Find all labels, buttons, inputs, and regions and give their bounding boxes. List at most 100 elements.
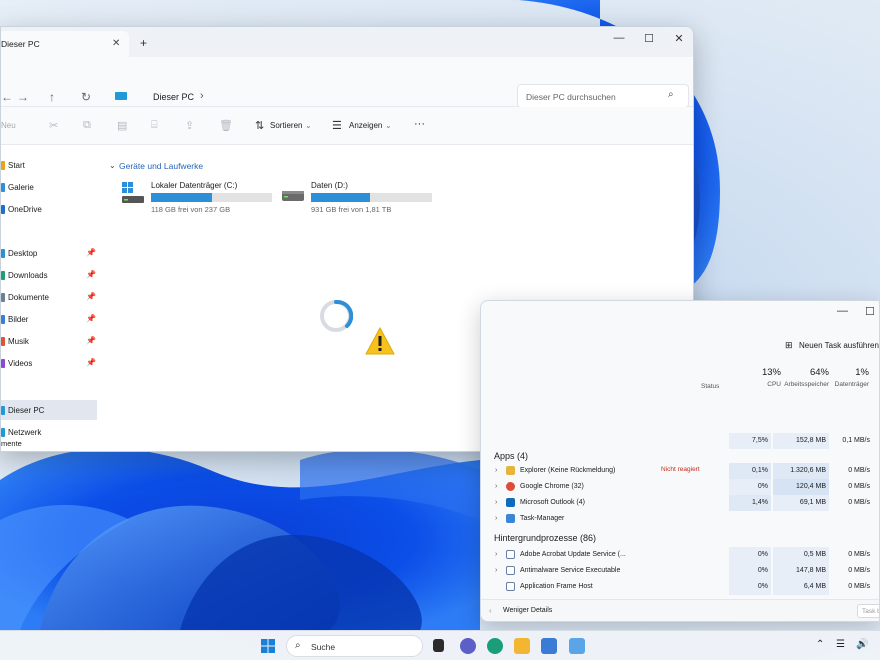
chevron-down-icon: ⌄ (385, 121, 392, 130)
store-icon[interactable] (541, 638, 557, 654)
more-options-button[interactable]: ··· (414, 118, 425, 130)
status-not-responding: Nicht reagiert (661, 466, 700, 473)
new-tab-icon[interactable]: + (140, 36, 147, 50)
usage-bar (151, 193, 272, 202)
close-button[interactable]: ✕ (669, 32, 689, 45)
drive-d[interactable]: Daten (D:) 931 GB frei von 1,81 TB (281, 181, 441, 217)
edge-icon[interactable] (487, 638, 503, 654)
fewer-details-button[interactable]: Weniger Details (503, 607, 552, 614)
taskbar-search-input[interactable]: ⌕ Suche (286, 635, 423, 657)
pin-icon[interactable]: 📌 (86, 358, 96, 367)
free-space-label: 118 GB frei von 237 GB (151, 205, 231, 214)
copy-icon[interactable]: ⧉ (83, 119, 91, 132)
table-row[interactable]: › Antimalware Service Executable 0% 147,… (481, 563, 879, 579)
pin-icon[interactable]: 📌 (86, 248, 96, 257)
table-row[interactable]: 7,5% 152,8 MB 0,1 MB/s (481, 433, 879, 449)
minimize-button[interactable]: — (609, 32, 629, 44)
expand-icon[interactable]: › (495, 567, 497, 574)
table-row[interactable]: Application Frame Host 0% 6,4 MB 0 MB/s (481, 579, 879, 595)
chevron-left-icon[interactable]: ‹ (489, 606, 492, 615)
table-row[interactable]: › Microsoft Outlook (4) 1,4% 69,1 MB 0 M… (481, 495, 879, 511)
task-manager-titlebar: — ☐ (481, 301, 879, 331)
share-icon[interactable]: ⇪ (185, 119, 194, 132)
sidebar-item-galerie[interactable]: Galerie (1, 177, 97, 197)
paste-icon[interactable]: ▤ (117, 119, 127, 132)
show-hidden-icons[interactable]: ⌃ (816, 639, 824, 650)
column-disk[interactable]: 1% Datenträger (831, 367, 869, 388)
chevron-down-icon: ⌄ (305, 121, 312, 130)
expand-icon[interactable]: › (495, 467, 497, 474)
column-status[interactable]: Status (701, 383, 719, 390)
table-row[interactable]: › Google Chrome (32) 0% 120,4 MB 0 MB/s (481, 479, 879, 495)
app-frame-icon (506, 582, 515, 591)
taskbar-search-label: Suche (311, 642, 336, 652)
desktop-icon (1, 249, 5, 258)
navigation-pane: Start Galerie OneDrive Desktop 📌 Download… (1, 145, 97, 451)
sort-icon: ⇅ (255, 120, 265, 132)
drive-name: Lokaler Datenträger (C:) (151, 181, 238, 190)
sidebar-item-onedrive[interactable]: OneDrive (1, 199, 97, 219)
new-button[interactable]: Neu (1, 121, 16, 130)
delete-icon[interactable]: 🗑 (219, 119, 233, 132)
search-input[interactable]: Dieser PC durchsuchen ⌕ (517, 84, 689, 108)
minimize-button[interactable]: — (837, 305, 848, 317)
maximize-button[interactable]: ☐ (639, 32, 659, 45)
chevron-right-icon[interactable]: › (200, 90, 204, 102)
task-view-icon[interactable] (433, 639, 444, 652)
chevron-down-icon[interactable]: ⌄ (109, 161, 116, 170)
view-button[interactable]: Anzeigen (349, 121, 382, 130)
gallery-icon (1, 183, 5, 192)
view-icon: ☰ (332, 120, 342, 132)
task-manager-toolbar: ⊞ Neuen Task ausführen (481, 331, 879, 363)
column-cpu[interactable]: 13% CPU (735, 367, 781, 388)
tab-dieser-pc[interactable]: Dieser PC ✕ (1, 31, 129, 57)
column-memory[interactable]: 64% Arbeitsspeicher (781, 367, 829, 388)
maximize-button[interactable]: ☐ (865, 305, 875, 318)
address-bar[interactable]: Dieser PC (153, 92, 194, 102)
folder-icon[interactable] (514, 638, 530, 654)
table-row[interactable]: › Adobe Acrobat Update Service (... 0% 0… (481, 547, 879, 563)
expand-icon[interactable]: › (495, 483, 497, 490)
expand-icon[interactable]: › (495, 515, 497, 522)
sidebar-item-downloads[interactable]: Downloads 📌 (1, 265, 97, 285)
sidebar-item-dokumente[interactable]: Dokumente 📌 (1, 287, 97, 307)
copilot-icon[interactable] (460, 638, 476, 654)
folder-icon (506, 466, 515, 475)
forward-icon[interactable]: → (17, 90, 29, 104)
pin-icon[interactable]: 📌 (86, 292, 96, 301)
sidebar-item-dieser-pc[interactable]: Dieser PC (1, 400, 97, 420)
sidebar-item-musik[interactable]: Musik 📌 (1, 331, 97, 351)
tab-close-icon[interactable]: ✕ (112, 38, 120, 49)
sidebar-item-videos[interactable]: Videos 📌 (1, 353, 97, 373)
picture-icon (1, 315, 5, 324)
table-row[interactable]: › Explorer (Keine Rückmeldung) Nicht rea… (481, 463, 879, 479)
search-icon: ⌕ (295, 640, 301, 651)
run-new-task-button[interactable]: Neuen Task ausführen (799, 341, 879, 350)
pin-icon[interactable]: 📌 (86, 314, 96, 323)
expand-icon[interactable]: › (495, 551, 497, 558)
start-button[interactable] (261, 639, 275, 653)
back-icon[interactable]: ← (1, 90, 13, 104)
section-devices-drives: Geräte und Laufwerke (119, 161, 204, 171)
expand-icon[interactable]: › (495, 499, 497, 506)
up-icon[interactable]: ↑ (49, 90, 55, 104)
refresh-icon[interactable]: ↻ (81, 90, 91, 104)
wifi-icon[interactable]: ☰ (836, 639, 845, 650)
sidebar-item-start[interactable]: Start (1, 155, 97, 175)
sort-button[interactable]: Sortieren (270, 121, 302, 130)
pin-icon[interactable]: 📌 (86, 270, 96, 279)
table-row[interactable]: › Task-Manager (481, 511, 879, 527)
photos-icon[interactable] (569, 638, 585, 654)
tab-title: Dieser PC (1, 39, 40, 49)
service-icon (506, 566, 515, 575)
rename-icon[interactable]: ⌸ (151, 119, 158, 132)
cut-icon[interactable]: ✂ (49, 119, 58, 132)
sidebar-item-desktop[interactable]: Desktop 📌 (1, 243, 97, 263)
volume-icon[interactable]: 🔊 (856, 639, 868, 650)
search-placeholder: Dieser PC durchsuchen (526, 92, 616, 102)
pin-icon[interactable]: 📌 (86, 336, 96, 345)
group-header-apps: Apps (4) (494, 451, 529, 461)
end-task-button[interactable]: Task b (857, 604, 879, 618)
sidebar-item-bilder[interactable]: Bilder 📌 (1, 309, 97, 329)
drive-c[interactable]: Lokaler Datenträger (C:) 118 GB frei von… (121, 181, 281, 217)
